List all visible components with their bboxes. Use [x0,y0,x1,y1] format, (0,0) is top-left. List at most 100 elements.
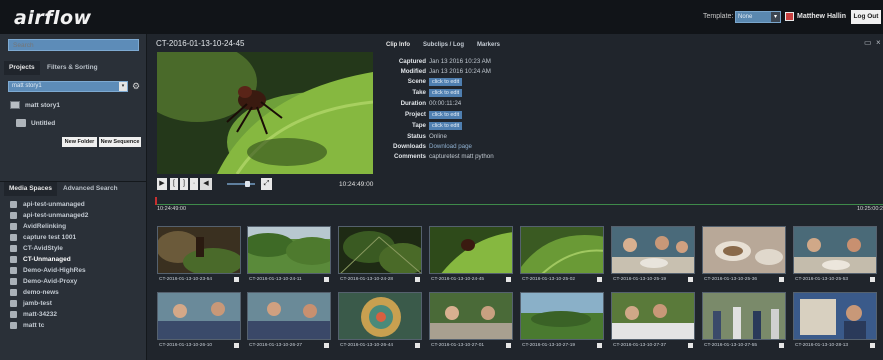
thumbnail-image [612,227,694,273]
thumbnail-image [521,227,603,273]
select-checkbox[interactable] [688,277,693,282]
media-space-icon [10,222,17,230]
template-select[interactable]: None ▾ [735,11,781,23]
select-checkbox[interactable] [506,343,511,348]
thumbnail-label: CT-2016-01-13-10-23-54 [159,277,213,282]
take-edit-field[interactable]: click to edit [429,89,463,97]
select-checkbox[interactable] [597,343,602,348]
project-edit-field[interactable]: click to edit [429,111,463,119]
list-item[interactable]: Demo-Avid-HighRes [10,265,86,276]
thumbnail[interactable] [793,226,877,274]
tab-clip-info[interactable]: Clip Info [381,38,415,52]
list-item[interactable]: jamb-test [10,298,52,309]
template-value: None [738,14,753,20]
thumbnail[interactable] [702,226,786,274]
select-checkbox[interactable] [506,277,511,282]
thumbnail[interactable] [702,292,786,340]
media-space-icon [10,255,17,263]
thumbnail[interactable] [338,226,422,274]
maximize-icon[interactable]: ▭ [864,38,872,47]
thumbnail-image [612,293,694,339]
list-item[interactable]: api-test-unmanaged2 [10,210,88,221]
timeline[interactable]: 10:24:49:00 10:25:00:2 [155,197,883,212]
thumbnail[interactable] [157,226,241,274]
thumbnail[interactable] [611,226,695,274]
tree-item-folder[interactable]: Untitled [16,118,55,130]
media-space-icon [10,277,17,285]
thumbnail-label: CT-2016-01-13-10-25-19 [613,277,667,282]
thumbnail-image [794,293,876,339]
thumbnail-label: CT-2016-01-13-10-24-45 [431,277,485,282]
tab-markers[interactable]: Markers [472,38,505,52]
mark-out-icon[interactable]: ] [180,178,188,190]
select-checkbox[interactable] [324,277,329,282]
select-checkbox[interactable] [870,277,875,282]
select-checkbox[interactable] [779,277,784,282]
new-folder-button[interactable]: New Folder [62,137,97,147]
select-checkbox[interactable] [597,277,602,282]
tab-media-spaces[interactable]: Media Spaces [4,182,57,196]
logout-button[interactable]: Log Out [851,10,881,24]
volume-slider-handle[interactable] [245,181,250,187]
list-item[interactable]: CT-Unmanaged [10,254,71,265]
volume-slider[interactable] [227,183,255,185]
tab-subclips-log[interactable]: Subclips / Log [418,38,469,52]
step-icon[interactable]: · [190,178,198,190]
scene-edit-field[interactable]: click to edit [429,78,463,86]
template-label: Template: [703,13,734,20]
thumbnail[interactable] [611,292,695,340]
thumbnail-image [703,293,785,339]
clip-title: CT-2016-01-13-10-24-45 [156,39,245,48]
info-row-tape: Tape click to edit [381,121,781,131]
tree-item-story[interactable]: matt story1 [10,100,60,112]
tab-filters-sorting[interactable]: Filters & Sorting [42,61,103,75]
list-item[interactable]: demo-news [10,287,59,298]
search-input[interactable] [8,39,139,51]
thumbnail-label: CT-2016-01-13-10-27-37 [613,343,667,348]
thumbnail[interactable] [157,292,241,340]
thumbnail-image [339,293,421,339]
thumbnail[interactable] [520,292,604,340]
tab-advanced-search[interactable]: Advanced Search [58,182,123,196]
media-space-icon [10,321,17,329]
tape-edit-field[interactable]: click to edit [429,122,463,130]
thumbnail[interactable] [338,292,422,340]
thumbnail-label: CT-2016-01-13-10-26-44 [340,343,394,348]
list-item[interactable]: capture test 1001 [10,232,76,243]
thumbnail[interactable] [247,292,331,340]
thumbnail[interactable] [429,292,513,340]
close-icon[interactable]: × [876,38,881,47]
tab-projects[interactable]: Projects [4,61,40,75]
playhead[interactable] [155,197,157,205]
list-item[interactable]: api-test-unmanaged [10,199,85,210]
fullscreen-icon[interactable]: ⤢ [261,178,272,190]
thumbnail[interactable] [793,292,877,340]
media-space-icon [10,244,17,252]
new-sequence-button[interactable]: New Sequence [99,137,141,147]
project-select[interactable]: matt story1 ▾ [8,81,128,92]
list-item[interactable]: AvidRelinking [10,221,66,232]
select-checkbox[interactable] [324,343,329,348]
thumbnail-image [158,227,240,273]
list-item[interactable]: matt tc [10,320,44,331]
select-checkbox[interactable] [415,277,420,282]
thumbnail[interactable] [520,226,604,274]
thumbnail[interactable] [429,226,513,274]
list-item[interactable]: matt-34232 [10,309,57,320]
select-checkbox[interactable] [234,277,239,282]
select-checkbox[interactable] [870,343,875,348]
thumbnail[interactable] [247,226,331,274]
list-item[interactable]: Demo-Avid-Proxy [10,276,77,287]
select-checkbox[interactable] [688,343,693,348]
select-checkbox[interactable] [415,343,420,348]
mark-in-icon[interactable]: [ [170,178,178,190]
select-checkbox[interactable] [234,343,239,348]
volume-icon[interactable]: ◀ [200,178,212,190]
gear-icon[interactable]: ⚙ [132,81,142,92]
list-item[interactable]: CT-AvidStyle [10,243,63,254]
thumbnail-label: CT-2016-01-13-10-27-01 [431,343,485,348]
select-checkbox[interactable] [779,343,784,348]
video-player[interactable] [157,52,373,174]
play-icon[interactable]: ▶ [157,178,167,190]
download-page-link[interactable]: Download page [429,142,472,152]
